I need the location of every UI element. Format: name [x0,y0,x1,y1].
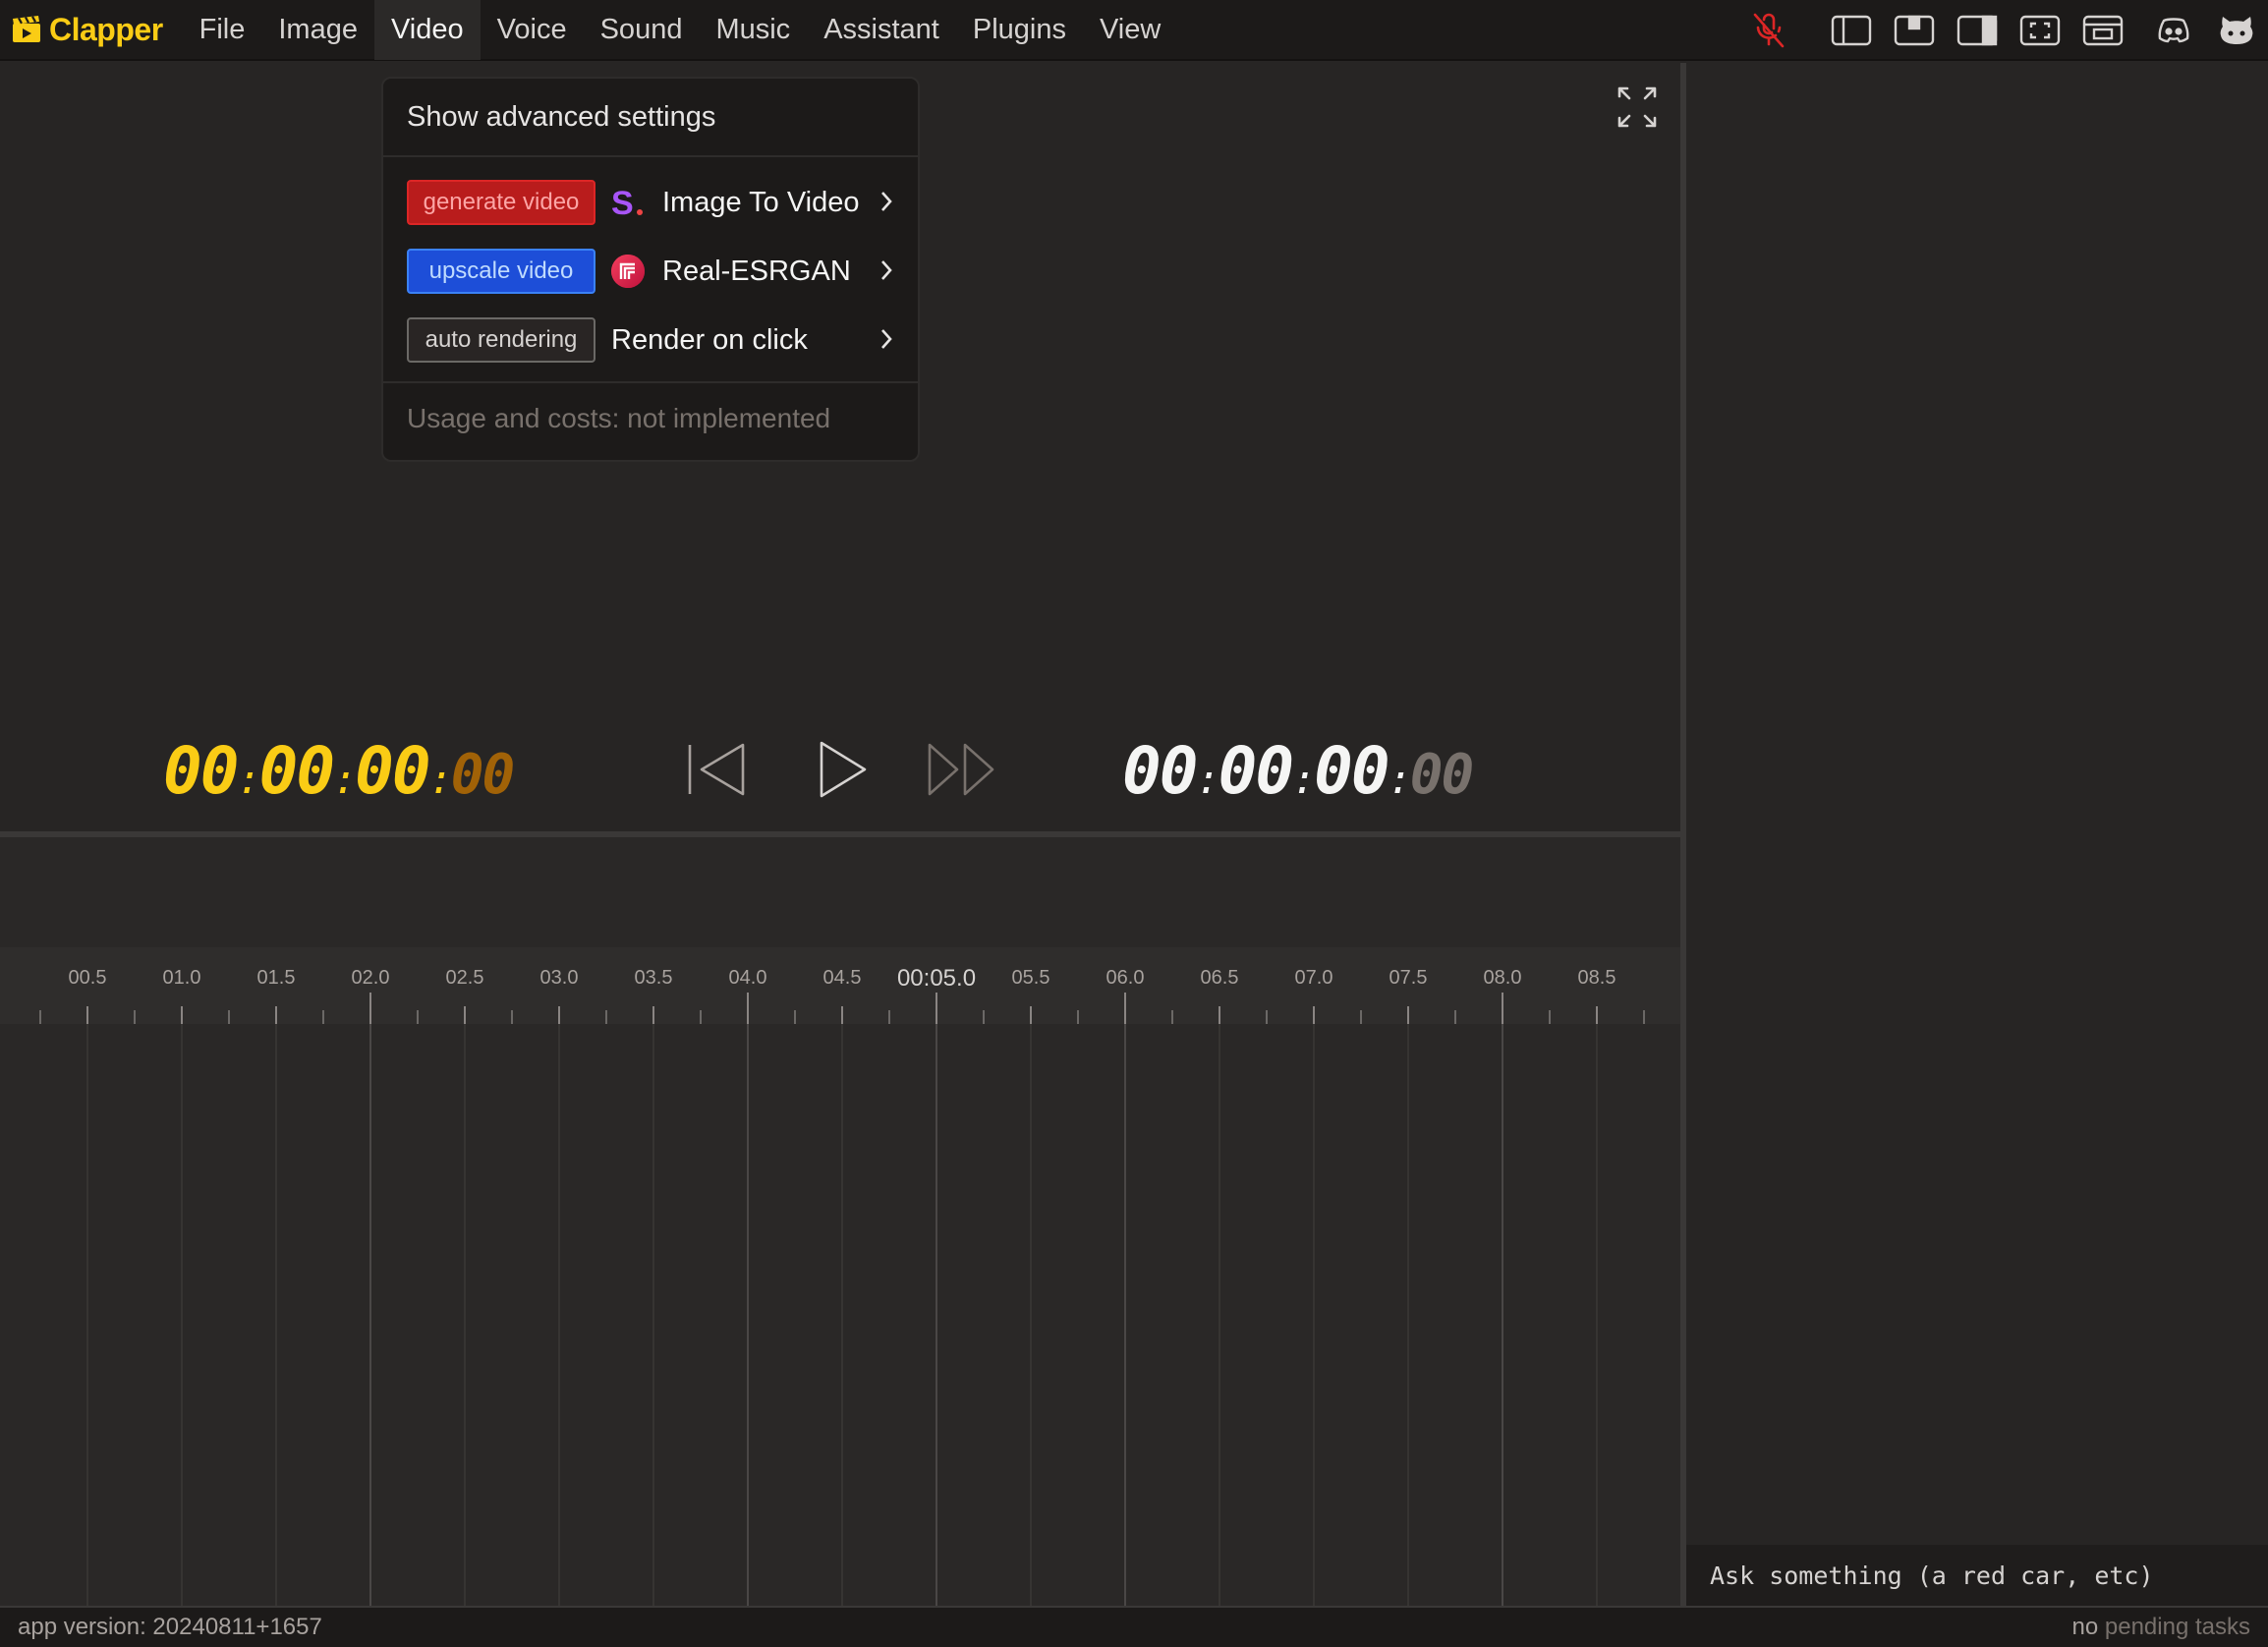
current-hours: 00 [163,733,239,809]
timeline-label: 01.0 [162,967,201,989]
app-version-label: app version: [18,1614,146,1640]
timeline-label: 01.5 [256,967,296,989]
video-menu-dropdown: Show advanced settings generate video S … [381,77,920,462]
layout-top-button[interactable] [1883,0,1946,61]
menu-plugins[interactable]: Plugins [956,0,1083,60]
upscale-video-badge: upscale video [407,249,595,294]
window-button[interactable] [2071,0,2134,61]
auto-rendering-value: Render on click [611,323,808,356]
github-icon [2220,17,2253,44]
svg-text:S: S [611,186,634,219]
stability-s-icon: S [611,186,645,219]
menu-view[interactable]: View [1083,0,1177,60]
clapperboard-icon [13,16,40,42]
timeline-label: 02.5 [445,967,484,989]
toolbar [1737,0,2268,61]
timeline-label: 03.0 [539,967,579,989]
menu-bar: Clapper File Image Video Voice Sound Mus… [0,0,2268,61]
total-seconds: 00 [1314,733,1389,809]
layout-left-panel-icon [1831,15,1872,46]
chevron-right-icon [881,260,892,280]
discord-icon [2158,18,2189,43]
menu-sound[interactable]: Sound [584,0,700,60]
upscale-video-provider: Real-ESRGAN [662,255,851,287]
brand: Clapper [0,0,183,60]
show-advanced-settings-item[interactable]: Show advanced settings [383,79,918,157]
current-minutes: 00 [258,733,335,809]
menu-music[interactable]: Music [699,0,807,60]
github-button[interactable] [2205,0,2268,61]
timeline-label: 00.5 [68,967,107,989]
fullscreen-icon [2019,15,2061,46]
total-timecode: 00:00:00:00 [1122,733,1474,809]
timeline-label: 00:05.0 [896,965,977,992]
go-to-start-button[interactable] [686,737,749,800]
timeline-label: 06.5 [1200,967,1239,989]
app-name: Clapper [49,11,163,47]
total-minutes: 00 [1218,733,1294,809]
layout-top-panel-icon [1894,15,1935,46]
menu-separator [383,381,918,383]
total-hours: 00 [1122,733,1198,809]
generate-video-provider: Image To Video [662,186,860,218]
app-version-value: 20240811+1657 [152,1614,322,1640]
timeline-grid [39,993,1645,1606]
assistant-panel [1686,63,2268,1606]
menu-image[interactable]: Image [261,0,374,60]
auto-rendering-badge: auto rendering [407,317,595,363]
menu-video[interactable]: Video [373,0,481,60]
menu-items: File Image Video Voice Sound Music Assis… [183,0,1178,60]
menu-voice[interactable]: Voice [481,0,584,60]
layout-left-button[interactable] [1820,0,1883,61]
app-version: app version: 20240811+1657 [18,1614,322,1641]
fast-forward-button[interactable] [926,737,996,800]
pending-tasks-count: no [2071,1614,2099,1640]
current-seconds: 00 [355,733,430,809]
timeline-label: 07.0 [1294,967,1333,989]
generate-video-row[interactable]: generate video S Image To Video [407,179,898,226]
usage-costs-text: Usage and costs: not implemented [407,403,831,433]
status-bar: app version: 20240811+1657 no pending ta… [0,1606,2268,1647]
timeline-label: 02.0 [351,967,390,989]
timeline-label: 07.5 [1389,967,1428,989]
pending-tasks-label: pending tasks [2104,1614,2250,1640]
timeline-label: 08.0 [1483,967,1522,989]
generate-video-badge: generate video [407,180,595,225]
timeline[interactable]: 00.5 01.0 01.5 02.0 02.5 03.0 03.5 04.0 04.5 00:0… [0,837,1680,1606]
discord-button[interactable] [2142,0,2205,61]
menu-file[interactable]: File [183,0,262,60]
auto-rendering-row[interactable]: auto rendering Render on click [407,316,898,364]
expand-icon[interactable] [1616,85,1659,130]
timeline-label: 06.0 [1106,967,1145,989]
chevron-right-icon [881,192,892,211]
current-frames: 00 [450,743,515,807]
play-button[interactable] [816,737,871,800]
replicate-icon [611,255,645,288]
menu-assistant[interactable]: Assistant [807,0,956,60]
fullscreen-button[interactable] [2009,0,2071,61]
mic-toggle-button[interactable] [1737,0,1800,61]
upscale-video-row[interactable]: upscale video Real-ESRGAN [407,248,898,295]
timeline-label: 03.5 [634,967,673,989]
assistant-input[interactable] [1686,1545,2268,1606]
total-frames: 00 [1409,743,1474,807]
window-icon [2082,15,2124,46]
timeline-label: 05.5 [1011,967,1050,989]
pending-tasks: no pending tasks [2072,1614,2250,1641]
chevron-right-icon [881,329,892,349]
timeline-label: 08.5 [1577,967,1616,989]
timeline-label: 04.5 [822,967,862,989]
layout-right-button[interactable] [1946,0,2009,61]
app-window: Clapper File Image Video Voice Sound Mus… [0,0,2268,1647]
layout-right-panel-icon [1956,15,1998,46]
mic-off-icon [1753,13,1785,48]
timeline-label: 04.0 [728,967,767,989]
current-timecode: 00:00:00:00 [163,733,515,809]
